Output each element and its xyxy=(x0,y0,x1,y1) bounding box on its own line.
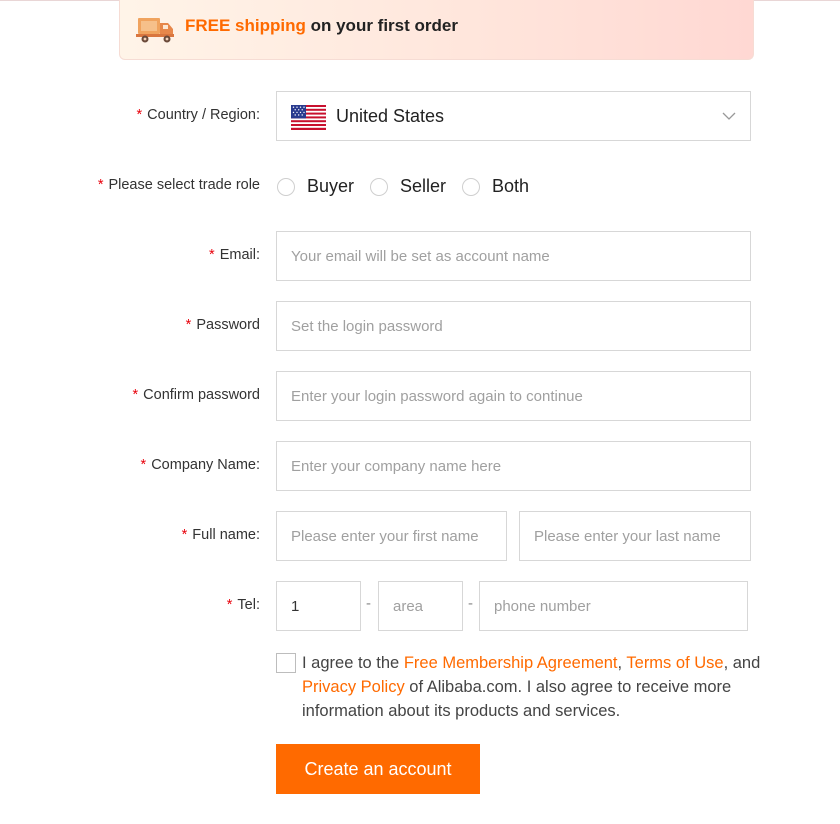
agreement-checkbox[interactable] xyxy=(276,653,296,673)
chevron-down-icon xyxy=(722,112,736,120)
phone-number-input[interactable] xyxy=(480,582,747,630)
delivery-truck-icon xyxy=(136,18,174,43)
radio-circle[interactable] xyxy=(462,178,480,196)
tel-label-text: Tel: xyxy=(237,597,260,613)
required-mark: * xyxy=(136,107,143,123)
trade-role-label-text: Please select trade role xyxy=(108,177,260,193)
company-input[interactable] xyxy=(277,442,750,490)
area-field-box xyxy=(378,581,463,631)
country-value: United States xyxy=(336,106,445,126)
first-name-input[interactable] xyxy=(277,512,506,560)
full-name-label-text: Full name: xyxy=(192,527,260,543)
confirm-password-label-text: Confirm password xyxy=(143,387,260,403)
banner-text: FREE shipping on your first order xyxy=(185,16,458,36)
agreement-separator: , and xyxy=(723,654,761,672)
required-mark: * xyxy=(97,177,104,193)
country-label: * Country / Region: xyxy=(137,107,261,123)
confirm-password-field-box xyxy=(276,371,751,421)
area-input[interactable] xyxy=(379,582,462,630)
membership-agreement-link[interactable]: Free Membership Agreement xyxy=(404,654,618,672)
tel-label: * Tel: xyxy=(227,597,260,613)
first-name-field-box xyxy=(276,511,507,561)
agreement-prefix: I agree to the xyxy=(302,654,404,672)
radio-circle[interactable] xyxy=(277,178,295,196)
tel-separator: - xyxy=(366,595,371,612)
required-mark: * xyxy=(140,457,147,473)
required-mark: * xyxy=(132,387,139,403)
last-name-field-box xyxy=(519,511,751,561)
terms-of-use-link[interactable]: Terms of Use xyxy=(626,654,723,672)
password-label: * Password xyxy=(186,317,260,333)
required-mark: * xyxy=(181,527,188,543)
radio-circle[interactable] xyxy=(370,178,388,196)
privacy-policy-link[interactable]: Privacy Policy xyxy=(302,678,405,696)
company-label: * Company Name: xyxy=(141,457,260,473)
company-field-box xyxy=(276,441,751,491)
agreement-text: I agree to the Free Membership Agreement… xyxy=(302,651,762,723)
email-input[interactable] xyxy=(277,232,750,280)
tel-separator: - xyxy=(468,595,473,612)
email-label: * Email: xyxy=(209,247,260,263)
country-code-field-box xyxy=(276,581,361,631)
email-field-box xyxy=(276,231,751,281)
required-mark: * xyxy=(185,317,192,333)
radio-buyer-label: Buyer xyxy=(307,176,355,196)
required-mark: * xyxy=(209,247,215,263)
us-flag-icon xyxy=(291,105,326,130)
radio-both-label: Both xyxy=(492,176,530,196)
country-select[interactable]: United States xyxy=(276,91,751,141)
radio-seller-label: Seller xyxy=(400,176,447,196)
banner-highlight: FREE shipping xyxy=(185,16,306,35)
password-field-box xyxy=(276,301,751,351)
password-input[interactable] xyxy=(277,302,750,350)
password-label-text: Password xyxy=(196,317,260,333)
country-code-input[interactable] xyxy=(277,582,360,630)
trade-role-label: * Please select trade role xyxy=(98,177,260,193)
free-shipping-banner: FREE shipping on your first order xyxy=(119,0,754,60)
company-label-text: Company Name: xyxy=(151,457,260,473)
email-label-text: Email: xyxy=(219,247,260,263)
create-account-button[interactable]: Create an account xyxy=(276,744,480,794)
country-label-text: Country / Region: xyxy=(147,107,260,123)
confirm-password-label: * Confirm password xyxy=(133,387,261,403)
last-name-input[interactable] xyxy=(520,512,750,560)
confirm-password-input[interactable] xyxy=(277,372,750,420)
required-mark: * xyxy=(226,597,233,613)
full-name-label: * Full name: xyxy=(182,527,260,543)
phone-field-box xyxy=(479,581,748,631)
banner-rest: on your first order xyxy=(305,16,458,35)
